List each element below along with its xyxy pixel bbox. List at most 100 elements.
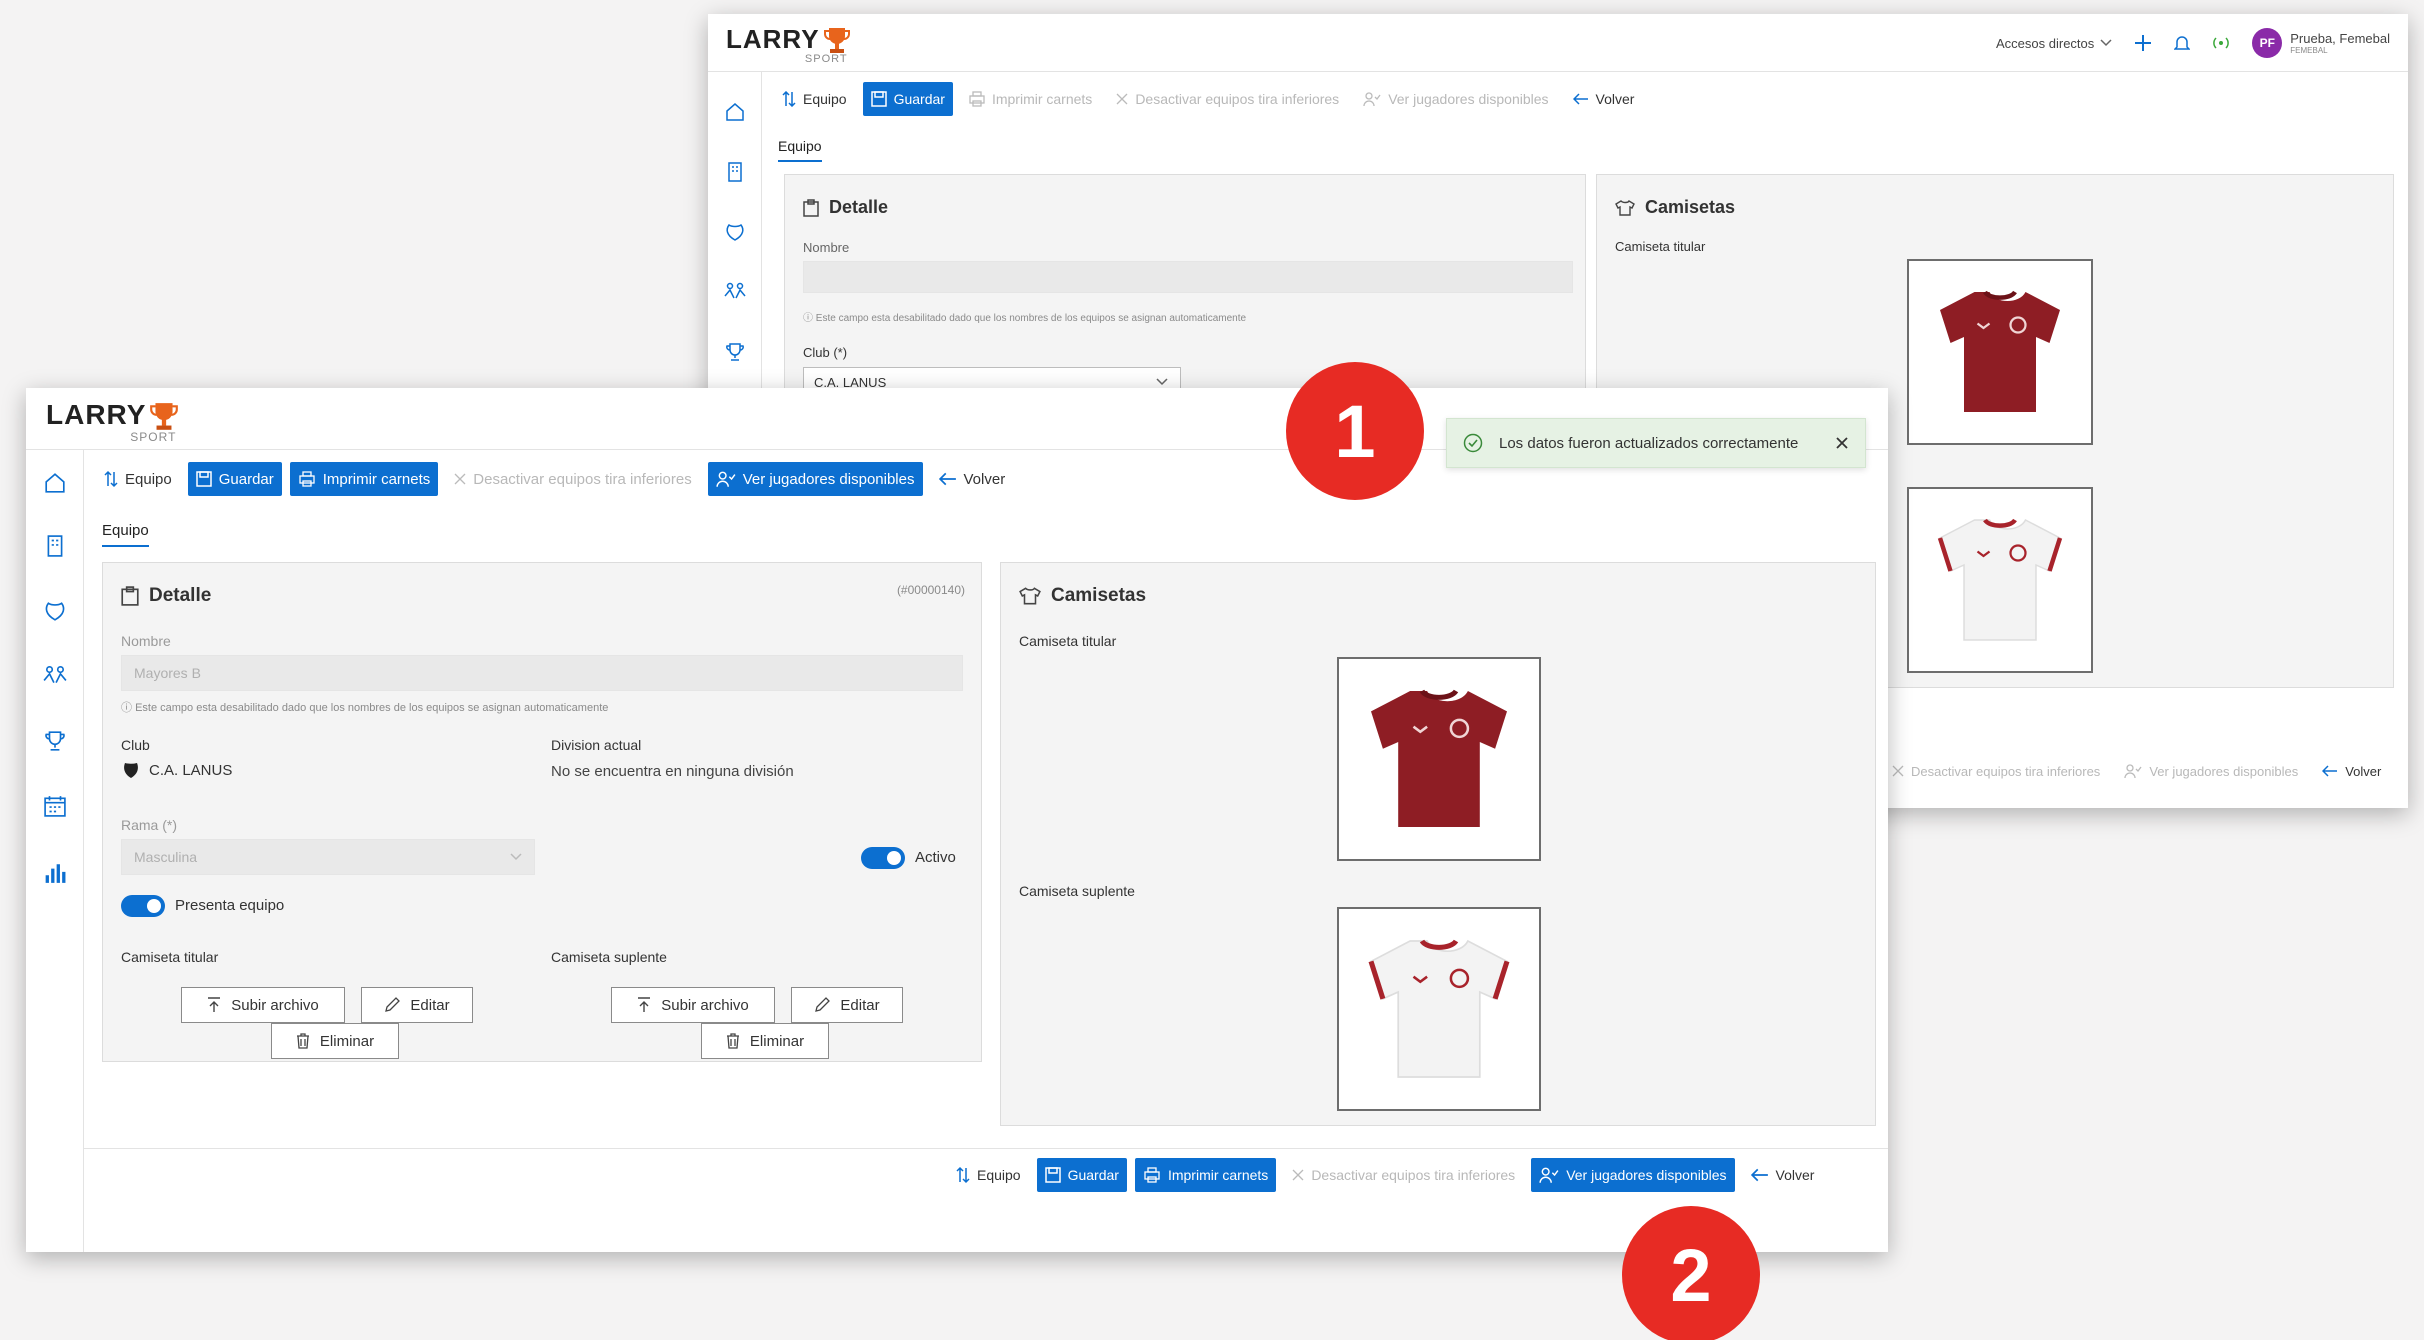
deactivate-teams-button[interactable]: Desactivar equipos tira inferiores <box>1284 1158 1523 1192</box>
save-button[interactable]: Guardar <box>187 462 282 496</box>
print-cards-button[interactable]: Imprimir carnets <box>1134 1158 1277 1192</box>
available-players-label: Ver jugadores disponibles <box>742 470 915 488</box>
rama-select[interactable]: Masculina <box>121 839 535 875</box>
logo-word: LARRY <box>46 399 147 430</box>
equipo-button[interactable]: Equipo <box>948 1158 1029 1192</box>
app-logo[interactable]: LARRY SPORT <box>726 24 850 65</box>
top-toolbar: Equipo Guardar Imprimir carnets Desactiv… <box>774 82 1642 116</box>
available-players-button[interactable]: Ver jugadores disponibles <box>1531 1158 1735 1192</box>
camisetas-title: Camisetas <box>1019 585 1146 607</box>
deactivate-label: Desactivar equipos tira inferiores <box>1135 91 1340 107</box>
eliminar-titular-button[interactable]: Eliminar <box>271 1023 399 1059</box>
close-icon[interactable] <box>1835 436 1849 450</box>
print-label: Imprimir carnets <box>322 470 431 488</box>
detalle-title-text: Detalle <box>149 585 212 606</box>
players-icon[interactable] <box>26 665 83 685</box>
deactivate-teams-button[interactable]: Desactivar equipos tira inferiores <box>1108 82 1347 116</box>
eliminar-label: Eliminar <box>749 1032 805 1050</box>
camiseta-suplente-label: Camiseta suplente <box>551 949 667 965</box>
team-code: (#00000140) <box>896 583 965 597</box>
shirt-icon <box>1019 587 1041 605</box>
nombre-help-text: Este campo esta desabilitado dado que lo… <box>135 702 609 714</box>
tab-equipo[interactable]: Equipo <box>778 138 822 162</box>
bar-chart-icon[interactable] <box>26 862 83 884</box>
upload-icon <box>638 997 651 1012</box>
add-icon[interactable] <box>2134 34 2152 52</box>
nombre-label: Nombre <box>121 633 171 649</box>
upload-icon <box>208 997 221 1012</box>
subir-label: Subir archivo <box>231 996 319 1014</box>
nombre-help: ⓘ Este campo esta desabilitado dado que … <box>121 702 609 714</box>
top-toolbar: Equipo Guardar Imprimir carnets Desactiv… <box>96 462 1013 496</box>
nombre-help: ⓘ Este campo esta desabilitado dado que … <box>803 313 1247 324</box>
close-icon <box>454 473 466 485</box>
eliminar-suplente-button[interactable]: Eliminar <box>701 1023 829 1059</box>
equipo-button[interactable]: Equipo <box>774 82 855 116</box>
nombre-input[interactable] <box>803 261 1573 293</box>
back-button[interactable]: Volver <box>1565 82 1643 116</box>
available-players-label: Ver jugadores disponibles <box>1566 1167 1727 1183</box>
away-jersey-icon <box>1937 518 2063 641</box>
back-button[interactable]: Volver <box>1743 1158 1823 1192</box>
editar-suplente-button[interactable]: Editar <box>791 987 903 1023</box>
back-label: Volver <box>963 470 1006 488</box>
home-jersey-icon <box>1940 290 2060 412</box>
nombre-value: Mayores B <box>134 665 201 681</box>
back-button[interactable]: Volver <box>2314 754 2389 788</box>
sort-icon <box>956 1166 970 1184</box>
app-logo[interactable]: LARRY SPORT <box>46 399 179 444</box>
save-label: Guardar <box>893 91 945 107</box>
subir-archivo-suplente-button[interactable]: Subir archivo <box>611 987 775 1023</box>
print-cards-button[interactable]: Imprimir carnets <box>961 82 1100 116</box>
avatar: PF <box>2252 28 2283 58</box>
camiseta-titular-label: Camiseta titular <box>1615 239 1706 254</box>
camiseta-suplente-image <box>1907 487 2093 673</box>
people-icon <box>1363 92 1381 107</box>
shield-icon[interactable] <box>708 222 761 242</box>
nombre-input[interactable]: Mayores B <box>121 655 963 691</box>
available-players-button[interactable]: Ver jugadores disponibles <box>1355 82 1556 116</box>
building-icon[interactable] <box>708 162 761 182</box>
signal-icon[interactable] <box>2212 34 2230 52</box>
club-label: Club <box>121 737 150 753</box>
save-button[interactable]: Guardar <box>862 82 953 116</box>
division-label: Division actual <box>551 737 642 753</box>
players-icon[interactable] <box>708 282 761 300</box>
print-cards-button[interactable]: Imprimir carnets <box>289 462 439 496</box>
available-players-label: Ver jugadores disponibles <box>1388 91 1549 107</box>
sort-icon <box>782 91 796 107</box>
presenta-equipo-toggle[interactable] <box>121 895 165 917</box>
nombre-help-text: Este campo esta desabilitado dado que lo… <box>815 313 1247 324</box>
printer-icon <box>1144 1167 1160 1183</box>
activo-toggle[interactable] <box>861 847 905 869</box>
equipo-button[interactable]: Equipo <box>96 462 180 496</box>
nombre-label: Nombre <box>803 240 850 255</box>
club-value: C.A. LANUS <box>123 761 232 779</box>
home-icon[interactable] <box>708 102 761 122</box>
calendar-icon[interactable] <box>26 795 83 817</box>
deactivate-teams-button[interactable]: Desactivar equipos tira inferiores <box>446 462 699 496</box>
building-icon[interactable] <box>26 535 83 557</box>
logo-word: LARRY <box>726 24 820 54</box>
editar-titular-button[interactable]: Editar <box>361 987 473 1023</box>
bell-icon[interactable] <box>2174 34 2191 52</box>
printer-icon <box>969 91 985 107</box>
user-menu[interactable]: PF Prueba, Femebal FEMEBAL <box>2252 28 2390 58</box>
home-icon[interactable] <box>26 472 83 494</box>
available-players-button[interactable]: Ver jugadores disponibles <box>707 462 923 496</box>
save-label: Guardar <box>1067 1167 1119 1183</box>
shield-icon[interactable] <box>26 600 83 622</box>
shortcuts-menu[interactable]: Accesos directos <box>1996 36 2112 51</box>
club-crest-icon <box>124 763 138 778</box>
deactivate-teams-button[interactable]: Desactivar equipos tira inferiores <box>1884 754 2108 788</box>
subir-archivo-titular-button[interactable]: Subir archivo <box>181 987 345 1023</box>
tab-equipo[interactable]: Equipo <box>102 522 149 547</box>
camisetas-title-text: Camisetas <box>1645 197 1736 217</box>
save-button[interactable]: Guardar <box>1036 1158 1127 1192</box>
trophy-icon[interactable] <box>26 730 83 752</box>
clipboard-icon <box>121 586 139 606</box>
trophy-icon[interactable] <box>708 342 761 362</box>
back-button[interactable]: Volver <box>931 462 1014 496</box>
pencil-icon <box>815 997 831 1012</box>
available-players-button[interactable]: Ver jugadores disponibles <box>2116 754 2306 788</box>
